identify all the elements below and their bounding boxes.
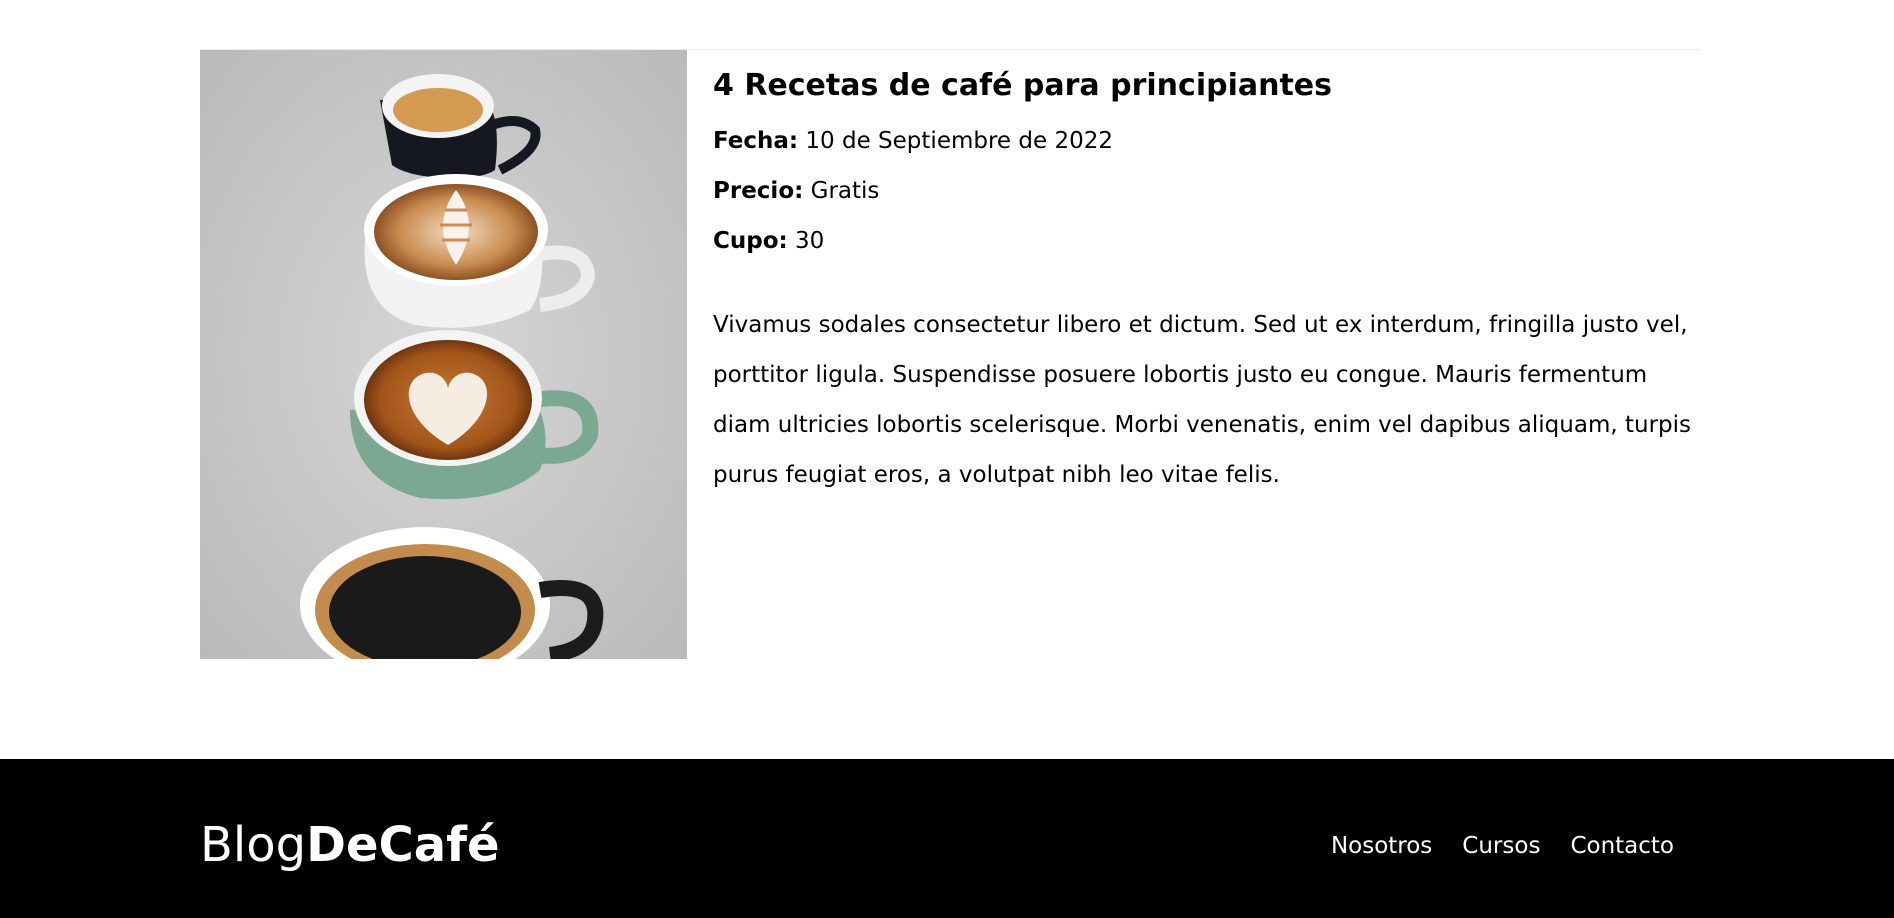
nav-link-nosotros[interactable]: Nosotros — [1331, 833, 1432, 859]
nav-link-contacto[interactable]: Contacto — [1570, 833, 1674, 859]
footer-logo[interactable]: BlogDeCafé — [200, 821, 500, 869]
logo-text-light: Blog — [200, 817, 307, 873]
course-entry: 4 Recetas de café para principiantes Fec… — [200, 49, 1700, 659]
date-value: 10 de Septiembre de 2022 — [805, 128, 1113, 154]
site-footer: BlogDeCafé Nosotros Cursos Contacto — [0, 759, 1894, 918]
course-description: Vivamus sodales consectetur libero et di… — [713, 312, 1691, 488]
coffee-cups-image — [200, 50, 687, 659]
footer-nav: Nosotros Cursos Contacto — [1331, 833, 1674, 859]
course-image — [200, 50, 687, 659]
capacity-label: Cupo: — [713, 228, 788, 254]
price-value: Gratis — [810, 178, 880, 204]
course-capacity: Cupo: 30 — [713, 226, 1700, 256]
nav-link-cursos[interactable]: Cursos — [1462, 833, 1540, 859]
course-title: 4 Recetas de café para principiantes — [713, 68, 1332, 103]
course-date: Fecha: 10 de Septiembre de 2022 — [713, 126, 1700, 156]
course-info: 4 Recetas de café para principiantes Fec… — [687, 50, 1700, 659]
date-label: Fecha: — [713, 128, 799, 154]
capacity-value: 30 — [795, 228, 825, 254]
logo-text-bold: DeCafé — [306, 817, 500, 873]
price-label: Precio: — [713, 178, 804, 204]
course-price: Precio: Gratis — [713, 176, 1700, 206]
